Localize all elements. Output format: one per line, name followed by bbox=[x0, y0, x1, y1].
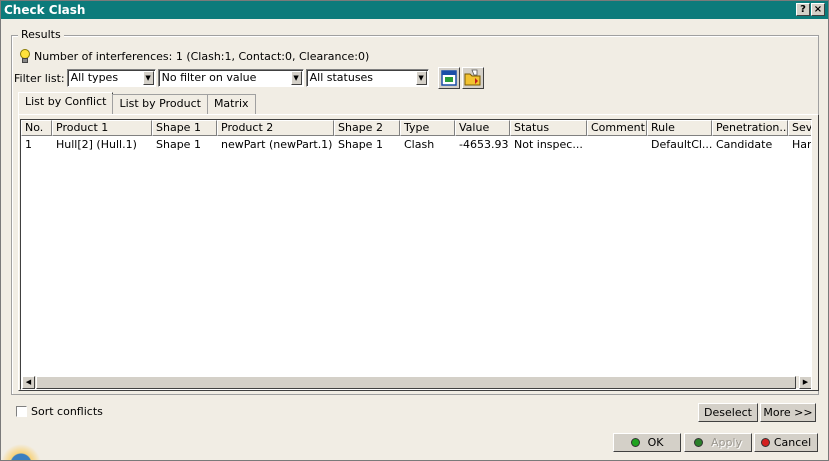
chevron-down-icon[interactable]: ▼ bbox=[142, 71, 154, 85]
summary-row: Number of interferences: 1 (Clash:1, Con… bbox=[19, 48, 369, 64]
conflict-table: No. Product 1 Shape 1 Product 2 Shape 2 … bbox=[20, 119, 812, 390]
ok-dot-icon bbox=[630, 438, 640, 447]
cell-value: -4653.93 bbox=[459, 138, 509, 151]
status-filter-value: All statuses bbox=[309, 71, 374, 84]
cancel-dot-icon bbox=[760, 438, 770, 447]
cell-type: Clash bbox=[404, 138, 435, 151]
deselect-button[interactable]: Deselect bbox=[698, 403, 758, 422]
cell-rule: DefaultCl... bbox=[651, 138, 712, 151]
column-header-product2[interactable]: Product 2 bbox=[217, 120, 334, 136]
column-header-severity[interactable]: Sev bbox=[788, 120, 811, 136]
cancel-label: Cancel bbox=[773, 436, 812, 449]
column-header-shape2[interactable]: Shape 2 bbox=[334, 120, 400, 136]
cell-product2: newPart (newPart.1) bbox=[221, 138, 333, 151]
scroll-left-icon[interactable]: ◀ bbox=[22, 376, 35, 389]
more-button[interactable]: More >> bbox=[760, 403, 816, 422]
column-header-rule[interactable]: Rule bbox=[647, 120, 712, 136]
tab-list-by-conflict[interactable]: List by Conflict bbox=[18, 92, 114, 114]
results-group-label: Results bbox=[18, 28, 64, 41]
cell-no: 1 bbox=[25, 138, 32, 151]
cell-status: Not inspec... bbox=[514, 138, 583, 151]
type-filter-value: All types bbox=[70, 71, 119, 84]
apply-button[interactable]: Apply bbox=[684, 433, 752, 452]
title-bar: Check Clash ? × bbox=[1, 1, 828, 19]
filter-row: Filter list: All types ▼ No filter on va… bbox=[14, 67, 484, 89]
cancel-button[interactable]: Cancel bbox=[754, 433, 818, 452]
column-header-shape1[interactable]: Shape 1 bbox=[152, 120, 217, 136]
interference-summary: Number of interferences: 1 (Clash:1, Con… bbox=[34, 49, 370, 63]
check-clash-dialog: Check Clash ? × Results Number of interf… bbox=[0, 0, 829, 461]
ok-label: OK bbox=[647, 436, 664, 449]
close-button[interactable]: × bbox=[811, 3, 825, 16]
open-folder-icon[interactable] bbox=[461, 67, 484, 89]
window-title: Check Clash bbox=[4, 3, 86, 17]
help-button[interactable]: ? bbox=[796, 3, 810, 16]
cell-shape1: Shape 1 bbox=[156, 138, 201, 151]
column-header-product1[interactable]: Product 1 bbox=[52, 120, 152, 136]
cell-shape2: Shape 1 bbox=[338, 138, 383, 151]
apply-label: Apply bbox=[710, 436, 743, 449]
column-header-value[interactable]: Value bbox=[455, 120, 510, 136]
scrollbar-thumb[interactable] bbox=[36, 376, 796, 389]
sort-conflicts-option[interactable]: Sort conflicts bbox=[16, 405, 103, 418]
ok-button[interactable]: OK bbox=[613, 433, 681, 452]
column-header-type[interactable]: Type bbox=[400, 120, 455, 136]
status-filter-select[interactable]: All statuses ▼ bbox=[305, 69, 429, 87]
catia-logo-decoration bbox=[1, 442, 41, 460]
lightbulb-icon bbox=[19, 49, 31, 63]
column-header-penetration[interactable]: Penetration... bbox=[712, 120, 788, 136]
export-window-icon[interactable] bbox=[437, 67, 460, 89]
sort-conflicts-label: Sort conflicts bbox=[31, 405, 103, 418]
horizontal-scrollbar[interactable]: ◀ ▶ bbox=[22, 375, 811, 389]
value-filter-value: No filter on value bbox=[161, 71, 257, 84]
table-row[interactable]: 1 Hull[2] (Hull.1) Shape 1 newPart (newP… bbox=[21, 137, 812, 152]
type-filter-select[interactable]: All types ▼ bbox=[66, 69, 156, 87]
chevron-down-icon[interactable]: ▼ bbox=[415, 71, 427, 85]
tab-bar: List by Conflict List by Product Matrix bbox=[18, 92, 256, 114]
filter-label: Filter list: bbox=[14, 71, 65, 85]
column-header-no[interactable]: No. bbox=[21, 120, 52, 136]
column-header-status[interactable]: Status bbox=[510, 120, 587, 136]
cell-product1: Hull[2] (Hull.1) bbox=[56, 138, 137, 151]
cell-penetration: Candidate bbox=[716, 138, 773, 151]
column-header-comment[interactable]: Comment bbox=[587, 120, 647, 136]
scroll-right-icon[interactable]: ▶ bbox=[799, 376, 811, 389]
value-filter-select[interactable]: No filter on value ▼ bbox=[157, 69, 304, 87]
cell-severity: Har bbox=[792, 138, 812, 151]
tab-list-by-product[interactable]: List by Product bbox=[112, 94, 208, 114]
table-header: No. Product 1 Shape 1 Product 2 Shape 2 … bbox=[21, 120, 811, 136]
sort-conflicts-checkbox[interactable] bbox=[16, 406, 27, 417]
chevron-down-icon[interactable]: ▼ bbox=[290, 71, 302, 85]
apply-dot-icon bbox=[693, 438, 703, 447]
cell-comment bbox=[587, 137, 647, 152]
tab-matrix[interactable]: Matrix bbox=[206, 94, 256, 114]
